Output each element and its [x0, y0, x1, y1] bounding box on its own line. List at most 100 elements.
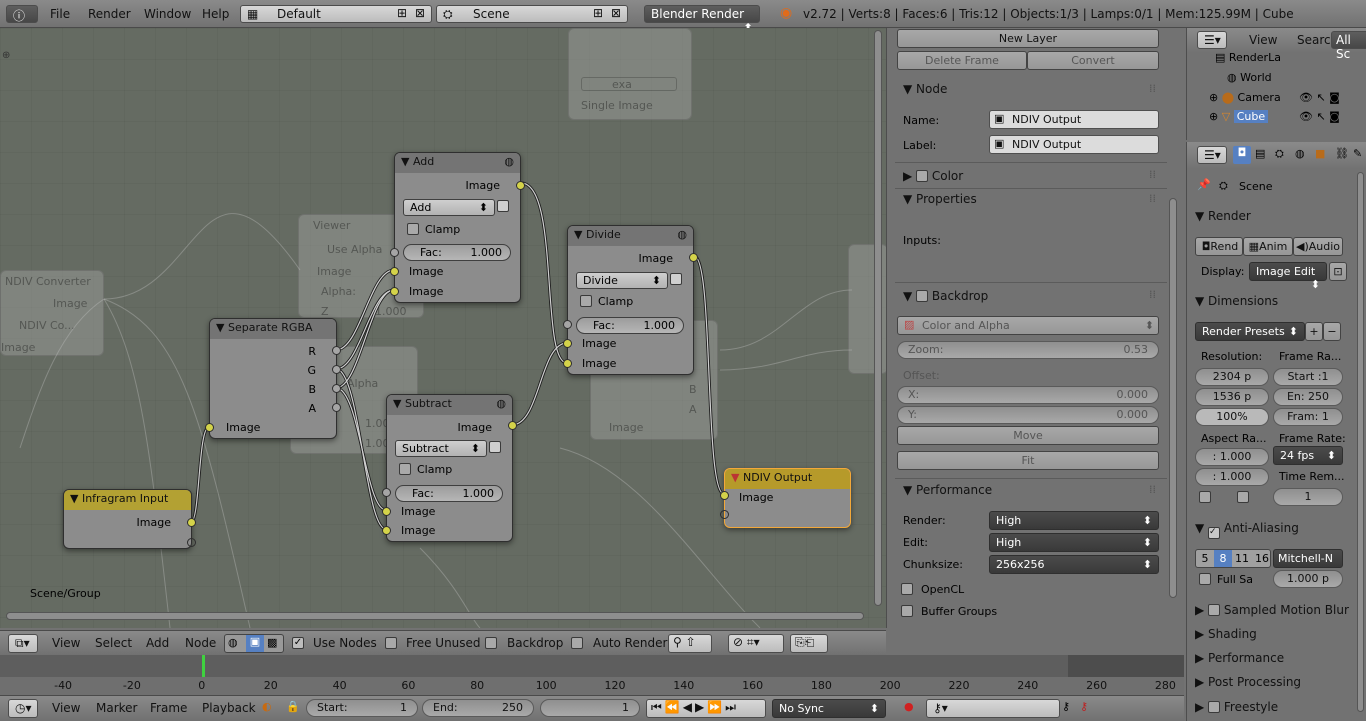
clamp-checkbox[interactable]: [399, 463, 411, 475]
input-socket-fac[interactable]: [390, 248, 399, 257]
move-button[interactable]: Move: [897, 426, 1159, 445]
post-processing-panel-header[interactable]: ▶ Post Processing: [1195, 675, 1301, 689]
blend-mode-dropdown[interactable]: Divide ⬍: [576, 272, 668, 289]
preview-icon[interactable]: ◍: [677, 228, 687, 241]
render-presets-dropdown[interactable]: Render Presets ⬍: [1195, 322, 1305, 341]
aspect-y-field[interactable]: : 1.000: [1195, 468, 1269, 486]
outliner-item-renderlayers[interactable]: ▤ RenderLa: [1215, 51, 1365, 69]
pin-parent-icons[interactable]: ⚲ ⇧: [668, 634, 712, 653]
outliner-item-world[interactable]: ◍ World: [1227, 71, 1366, 89]
resolution-y-field[interactable]: 1536 p: [1195, 388, 1269, 406]
current-frame-field[interactable]: 1: [540, 699, 640, 717]
full-sample-checkbox[interactable]: [1199, 573, 1211, 585]
outliner-item-cube[interactable]: ⊕ ▽ Cube 👁 ↖ ◙: [1209, 110, 1365, 128]
scene-tab-icon[interactable]: ⛭: [1275, 147, 1284, 161]
color-checkbox[interactable]: [916, 170, 929, 182]
world-tab-icon[interactable]: ◍: [1295, 147, 1305, 160]
timeline[interactable]: -40 -20 0 20 40 60 80 100 120 140 160 180 200 220 240 2…: [0, 655, 1184, 695]
resolution-percent-field[interactable]: 100%: [1195, 408, 1269, 426]
aa-samples-selector[interactable]: 5 8 11 16: [1195, 549, 1271, 568]
divide-node[interactable]: ▼ Divide ◍ Image Divide ⬍ Clamp Fac: 1.000 …: [563, 225, 698, 375]
keying-set-field[interactable]: ⚷▾: [926, 699, 1060, 718]
opencl-checkbox[interactable]: [901, 583, 913, 595]
input-socket-image-2[interactable]: [390, 287, 399, 296]
input-socket-alpha[interactable]: [720, 510, 729, 519]
collapse-arrow-icon[interactable]: ▼: [731, 471, 739, 484]
render-still-button[interactable]: ◘Rend: [1195, 237, 1243, 256]
blend-mode-dropdown[interactable]: Add ⬍: [403, 199, 495, 216]
render-panel-header[interactable]: ▼ Render: [1195, 209, 1251, 223]
tree-type-buttons[interactable]: ◍ ▣ ▩: [224, 634, 284, 653]
menu-window[interactable]: Window: [144, 7, 191, 21]
layout-selector[interactable]: ▦ Default ⊞ ⊠: [240, 5, 432, 23]
playback-controls[interactable]: ⏮⏪◀▶⏩⏭: [646, 699, 766, 718]
shader-nodes-icon[interactable]: ◍: [228, 636, 238, 649]
alpha-toggle-icon[interactable]: [497, 200, 509, 212]
backdrop-checkbox[interactable]: [916, 290, 929, 302]
plus-corner-icon[interactable]: ⊕: [2, 50, 10, 61]
fit-button[interactable]: Fit: [897, 451, 1159, 470]
preview-icon[interactable]: ◍: [504, 155, 514, 168]
compositing-nodes-icon[interactable]: ▣: [246, 635, 264, 652]
input-socket-image-1[interactable]: [382, 507, 391, 516]
aa-sample-option[interactable]: 11: [1232, 550, 1252, 565]
input-socket-image-2[interactable]: [382, 526, 391, 535]
editor-type-button[interactable]: ◷▾: [8, 699, 38, 718]
shading-panel-header[interactable]: ▶ Shading: [1195, 627, 1257, 641]
add-node[interactable]: ▼ Add ◍ Image Add ⬍ Clamp Fac: 1.000 Image …: [390, 152, 525, 303]
aa-sample-option-selected[interactable]: 8: [1214, 550, 1232, 567]
aa-sample-option[interactable]: 5: [1196, 550, 1214, 565]
subtract-node[interactable]: ▼ Subtract ◍ Image Subtract ⬍ Clamp Fac: 1.…: [382, 394, 517, 542]
output-socket-r[interactable]: [332, 346, 341, 355]
sync-mode-dropdown[interactable]: No Sync ⬍: [772, 699, 886, 718]
menu-render[interactable]: Render: [88, 7, 131, 21]
color-panel-header[interactable]: ▶ Color: [903, 168, 963, 183]
menu-help[interactable]: Help: [202, 7, 229, 21]
node-header[interactable]: ▼ Subtract ◍: [387, 395, 512, 415]
ndiv-output-node[interactable]: ▼ NDIV Output Image: [720, 468, 851, 528]
alpha-toggle-icon[interactable]: [489, 441, 501, 453]
freestyle-panel-header[interactable]: ▶ Freestyle: [1195, 699, 1278, 714]
name-field[interactable]: ▣ NDIV Output: [989, 110, 1159, 129]
drag-handle-icon[interactable]: ⁞⁞: [1149, 82, 1156, 95]
node-header[interactable]: ▼ Separate RGBA: [210, 319, 336, 339]
texture-nodes-icon[interactable]: ▩: [267, 636, 277, 649]
outliner-item-camera[interactable]: ⊕ ⬤ Camera 👁 ↖ ◙: [1209, 91, 1365, 109]
preview-range-icon[interactable]: ◐: [262, 700, 272, 713]
menu-add[interactable]: Add: [146, 636, 169, 650]
use-nodes-checkbox[interactable]: ✓: [292, 637, 304, 649]
display-dropdown[interactable]: Image Edit ⬍: [1249, 262, 1327, 291]
render-tab-icon[interactable]: ◘: [1233, 146, 1251, 164]
constraints-tab-icon[interactable]: ⛓: [1335, 147, 1349, 160]
drag-handle-icon[interactable]: ⁞⁞: [1149, 288, 1156, 301]
menu-node[interactable]: Node: [185, 636, 216, 650]
offset-y-field[interactable]: Y: 0.000: [897, 406, 1159, 424]
timeline-menu-view[interactable]: View: [52, 701, 80, 715]
motion-blur-checkbox[interactable]: [1208, 604, 1221, 616]
menu-select[interactable]: Select: [95, 636, 132, 650]
menu-view[interactable]: View: [52, 636, 80, 650]
performance-render-panel-header[interactable]: ▶ Performance: [1195, 651, 1284, 665]
clamp-checkbox[interactable]: [580, 295, 592, 307]
editor-type-button[interactable]: ⧉▾: [8, 634, 38, 653]
node-panel-header[interactable]: ▼ Node: [903, 82, 947, 96]
editor-type-button[interactable]: ☰▾: [1197, 31, 1227, 49]
props-scrollbar[interactable]: [1169, 198, 1177, 598]
editor-type-button[interactable]: ☰▾: [1197, 146, 1227, 164]
dimensions-panel-header[interactable]: ▼ Dimensions: [1195, 294, 1278, 308]
convert-button[interactable]: Convert: [1027, 51, 1159, 70]
anti-aliasing-panel-header[interactable]: ▼ ✓ Anti-Aliasing: [1195, 521, 1299, 539]
end-frame-field[interactable]: End: 250: [422, 699, 534, 717]
timeline-menu-marker[interactable]: Marker: [96, 701, 137, 715]
offset-x-field[interactable]: X: 0.000: [897, 386, 1159, 404]
add-icon[interactable]: ⊞: [397, 6, 407, 20]
visibility-icon[interactable]: 👁 ↖ ◙: [1299, 110, 1340, 123]
output-socket[interactable]: [508, 421, 517, 430]
aa-sample-option[interactable]: 16: [1252, 550, 1272, 565]
output-socket-g[interactable]: [332, 365, 341, 374]
outliner-filter-dropdown[interactable]: All Sc: [1331, 31, 1366, 61]
drag-handle-icon[interactable]: ⁞⁞: [1149, 168, 1156, 181]
clamp-checkbox[interactable]: [407, 223, 419, 235]
motion-blur-panel-header[interactable]: ▶ Sampled Motion Blur: [1195, 602, 1349, 617]
performance-panel-header[interactable]: ▼ Performance: [903, 483, 992, 497]
